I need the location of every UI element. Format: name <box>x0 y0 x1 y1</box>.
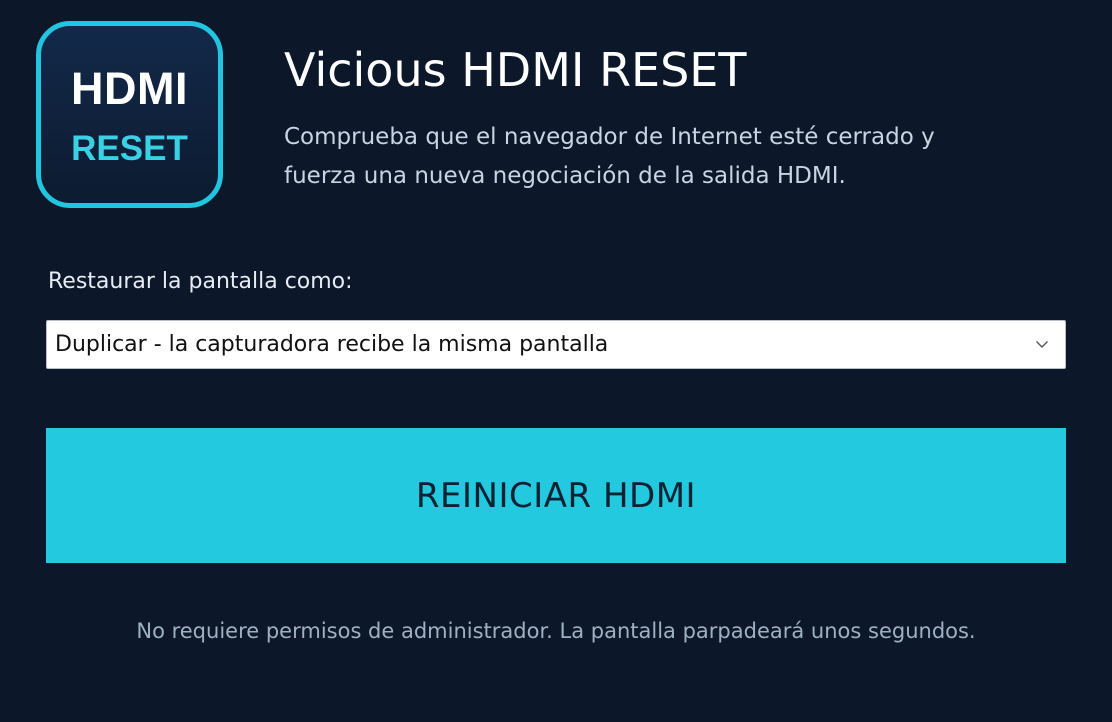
display-mode-label: Restaurar la pantalla como: <box>48 269 353 294</box>
app-description: Comprueba que el navegador de Internet e… <box>284 124 935 189</box>
app-title: Vicious HDMI RESET <box>284 43 747 97</box>
logo-text-reset: RESET <box>71 129 188 168</box>
display-mode-selected-value: Duplicar - la capturadora recibe la mism… <box>55 332 609 357</box>
logo-text-hdmi: HDMI <box>71 63 188 114</box>
reset-hdmi-button[interactable]: REINICIAR HDMI <box>46 428 1066 563</box>
display-mode-select[interactable]: Duplicar - la capturadora recibe la mism… <box>46 320 1066 369</box>
app-logo: HDMI RESET <box>36 21 223 208</box>
footer-note: No requiere permisos de administrador. L… <box>136 619 976 643</box>
chevron-down-icon <box>1036 341 1048 348</box>
reset-hdmi-button-label: REINICIAR HDMI <box>415 475 697 516</box>
